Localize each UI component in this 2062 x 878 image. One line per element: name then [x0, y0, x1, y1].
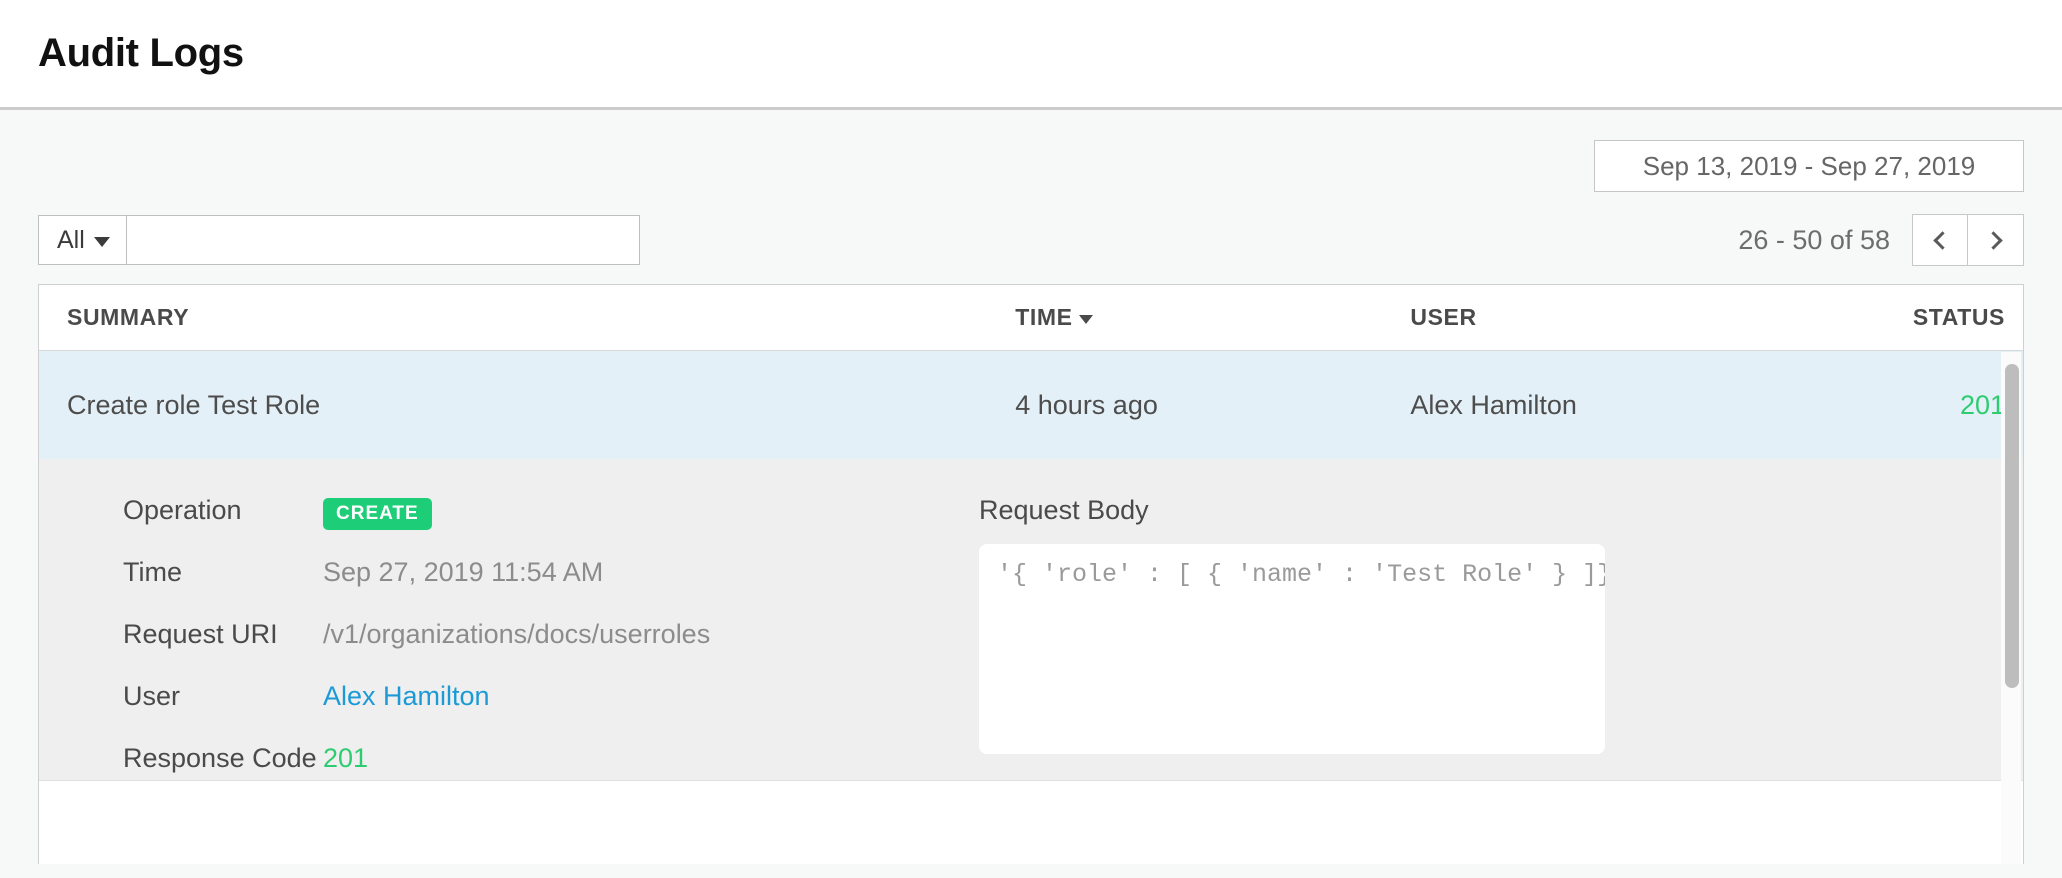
- detail-label-user: User: [123, 681, 323, 712]
- detail-label-operation: Operation: [123, 495, 323, 526]
- table-row-next[interactable]: [39, 781, 2023, 864]
- table-header-row: SUMMARY TIME USER STATUS: [39, 285, 2023, 351]
- column-header-time-label: TIME: [1015, 304, 1072, 331]
- detail-field-time: Time Sep 27, 2019 11:54 AM: [123, 557, 979, 603]
- request-body-section: Request Body '{ 'role' : [ { 'name' : 'T…: [979, 495, 2023, 740]
- detail-field-request-uri: Request URI /v1/organizations/docs/userr…: [123, 619, 979, 665]
- scope-filter-dropdown[interactable]: All: [39, 216, 127, 264]
- detail-value-user-link[interactable]: Alex Hamilton: [323, 681, 490, 712]
- detail-label-time: Time: [123, 557, 323, 588]
- main-content: Sep 13, 2019 - Sep 27, 2019 All 26 - 50 …: [0, 110, 2062, 875]
- chevron-down-icon: [94, 237, 110, 247]
- detail-label-request-uri: Request URI: [123, 619, 323, 650]
- request-body-label: Request Body: [979, 495, 1883, 526]
- detail-fields: Operation CREATE Time Sep 27, 2019 11:54…: [39, 495, 979, 740]
- request-body-textarea[interactable]: '{ 'role' : [ { 'name' : 'Test Role' } ]…: [979, 544, 1605, 754]
- detail-field-user: User Alex Hamilton: [123, 681, 979, 727]
- audit-log-table: SUMMARY TIME USER STATUS Create role Tes…: [38, 284, 2024, 864]
- detail-value-request-uri: /v1/organizations/docs/userroles: [323, 619, 710, 650]
- chevron-left-icon: [1933, 231, 1951, 249]
- chevron-right-icon: [1984, 231, 2002, 249]
- sort-descending-icon: [1079, 315, 1093, 324]
- operation-badge: CREATE: [323, 498, 432, 530]
- search-group: All: [38, 215, 640, 265]
- search-input[interactable]: [127, 216, 639, 264]
- cell-time: 4 hours ago: [1015, 390, 1410, 421]
- pagination-buttons: [1912, 214, 2024, 266]
- scope-filter-label: All: [57, 226, 85, 255]
- date-range-row: Sep 13, 2019 - Sep 27, 2019: [38, 110, 2024, 192]
- next-page-button[interactable]: [1968, 214, 2024, 266]
- detail-field-response-code: Response Code 201: [123, 743, 979, 789]
- table-scrollbar-track[interactable]: [2001, 352, 2021, 864]
- detail-label-response-code: Response Code: [123, 743, 323, 774]
- column-header-user[interactable]: USER: [1410, 304, 1805, 331]
- column-header-time[interactable]: TIME: [1015, 304, 1410, 331]
- detail-field-operation: Operation CREATE: [123, 495, 979, 541]
- date-range-picker[interactable]: Sep 13, 2019 - Sep 27, 2019: [1594, 140, 2024, 192]
- column-header-status[interactable]: STATUS: [1805, 304, 2023, 331]
- pagination-range-label: 26 - 50 of 58: [1738, 225, 1890, 256]
- row-detail-panel: Operation CREATE Time Sep 27, 2019 11:54…: [39, 459, 2023, 781]
- toolbar: All 26 - 50 of 58: [38, 214, 2024, 266]
- page-header: Audit Logs: [0, 0, 2062, 110]
- cell-summary: Create role Test Role: [67, 390, 1015, 421]
- pagination: 26 - 50 of 58: [1738, 214, 2024, 266]
- column-header-summary[interactable]: SUMMARY: [67, 304, 1015, 331]
- previous-page-button[interactable]: [1912, 214, 1968, 266]
- cell-status: 201: [1805, 390, 2023, 421]
- page-title: Audit Logs: [38, 31, 244, 76]
- detail-value-time: Sep 27, 2019 11:54 AM: [323, 557, 603, 588]
- cell-user: Alex Hamilton: [1410, 390, 1805, 421]
- table-row[interactable]: Create role Test Role 4 hours ago Alex H…: [39, 351, 2023, 459]
- table-scrollbar-thumb[interactable]: [2005, 364, 2019, 688]
- detail-value-response-code: 201: [323, 743, 368, 774]
